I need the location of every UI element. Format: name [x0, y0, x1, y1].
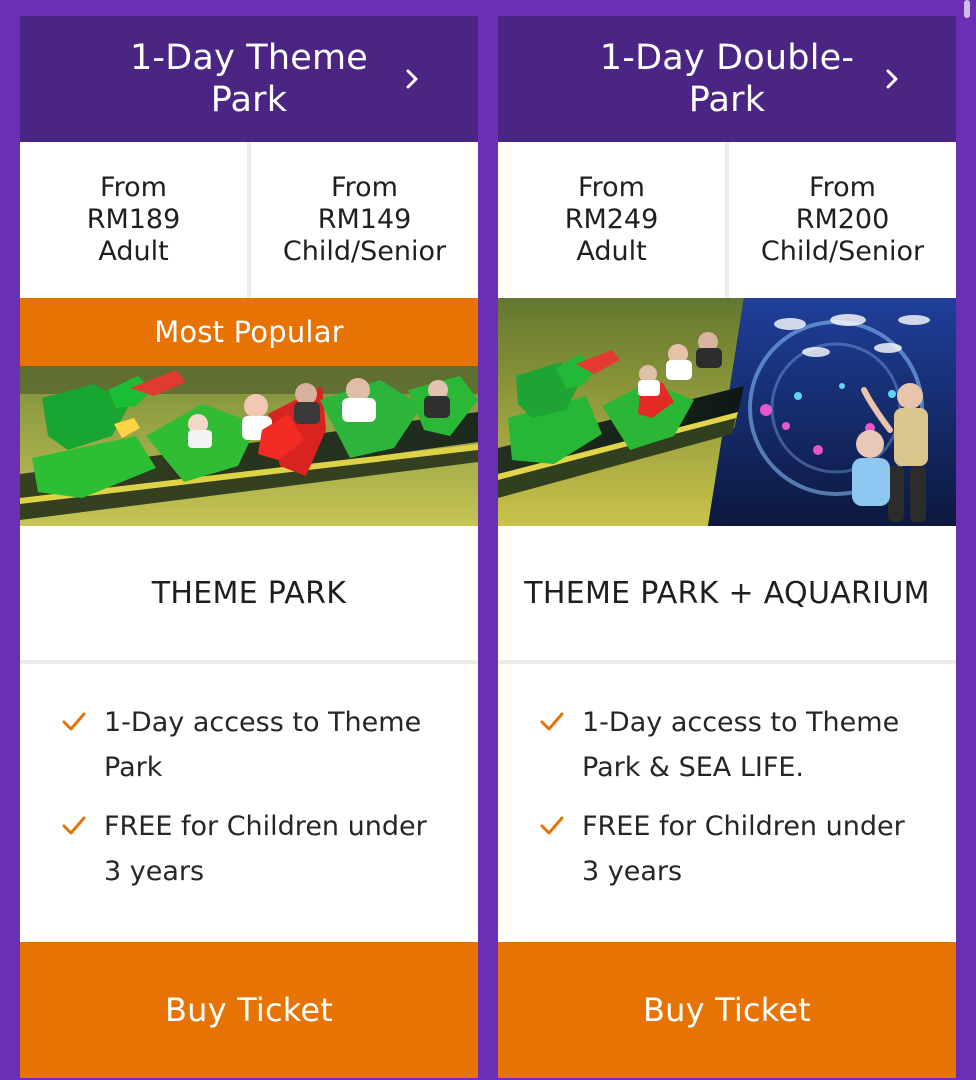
- feature-text: 1-Day access to Theme Park: [104, 707, 422, 783]
- ticket-category: THEME PARK: [20, 526, 478, 664]
- price-amount: RM149: [317, 204, 412, 235]
- card-title: 1-Day Theme Park: [129, 38, 369, 120]
- theme-park-image: [20, 366, 478, 526]
- price-amount: RM249: [564, 204, 659, 235]
- feature-text: 1-Day access to Theme Park & SEA LIFE.: [582, 707, 900, 783]
- price-prefix: From: [809, 172, 876, 203]
- price-audience: Child/Senior: [760, 236, 925, 267]
- check-icon: [62, 712, 86, 731]
- chevron-right-icon[interactable]: [404, 67, 420, 91]
- feature-list: 1-Day access to Theme Park FREE for Chil…: [20, 664, 478, 904]
- ticket-category: THEME PARK + AQUARIUM: [498, 526, 956, 664]
- check-icon: [62, 816, 86, 835]
- theme-park-aquarium-image: [498, 298, 956, 526]
- price-amount: RM200: [795, 204, 890, 235]
- adult-price: From RM249 Adult: [498, 142, 725, 298]
- price-row: From RM189 Adult From RM149 Child/Senior: [20, 142, 478, 298]
- buy-ticket-button[interactable]: Buy Ticket: [498, 942, 956, 1078]
- feature-item: 1-Day access to Theme Park: [60, 700, 448, 790]
- ticket-card-theme-park: 1-Day Theme Park From RM189 Adult From R…: [20, 16, 478, 1078]
- child-senior-price: From RM200 Child/Senior: [729, 142, 956, 298]
- price-audience: Child/Senior: [282, 236, 447, 267]
- feature-item: FREE for Children under 3 years: [60, 804, 448, 894]
- card-title: 1-Day Double-Park: [599, 38, 855, 120]
- feature-item: 1-Day access to Theme Park & SEA LIFE.: [538, 700, 926, 790]
- scrollbar-thumb[interactable]: [964, 0, 970, 18]
- card-header[interactable]: 1-Day Theme Park: [20, 16, 478, 142]
- feature-item: FREE for Children under 3 years: [538, 804, 926, 894]
- price-row: From RM249 Adult From RM200 Child/Senior: [498, 142, 956, 298]
- feature-list: 1-Day access to Theme Park & SEA LIFE. F…: [498, 664, 956, 904]
- chevron-right-icon[interactable]: [884, 67, 900, 91]
- price-amount: RM189: [86, 204, 181, 235]
- card-header[interactable]: 1-Day Double-Park: [498, 16, 956, 142]
- price-prefix: From: [331, 172, 398, 203]
- price-audience: Adult: [98, 236, 169, 267]
- most-popular-ribbon: Most Popular: [20, 298, 478, 366]
- ticket-card-double-park: 1-Day Double-Park From RM249 Adult From …: [498, 16, 956, 1078]
- price-prefix: From: [578, 172, 645, 203]
- check-icon: [540, 712, 564, 731]
- child-senior-price: From RM149 Child/Senior: [251, 142, 478, 298]
- feature-text: FREE for Children under 3 years: [582, 811, 905, 887]
- adult-price: From RM189 Adult: [20, 142, 247, 298]
- buy-ticket-button[interactable]: Buy Ticket: [20, 942, 478, 1078]
- check-icon: [540, 816, 564, 835]
- feature-text: FREE for Children under 3 years: [104, 811, 427, 887]
- price-prefix: From: [100, 172, 167, 203]
- price-audience: Adult: [576, 236, 647, 267]
